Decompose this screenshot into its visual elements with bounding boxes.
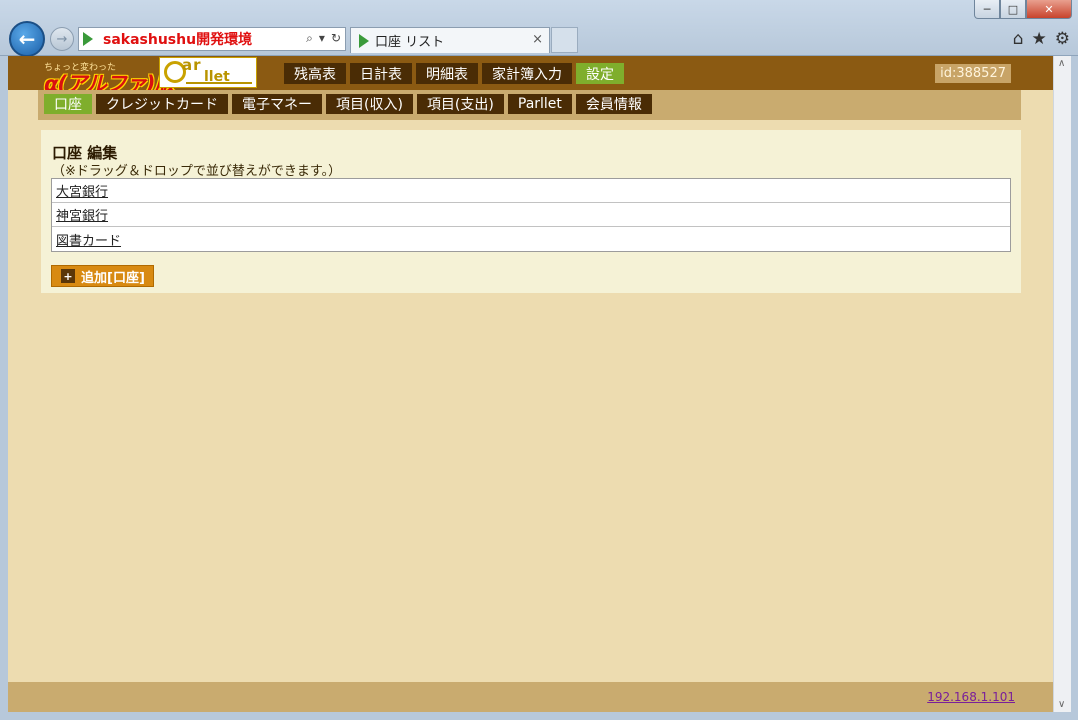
search-icon[interactable]: ⌕ bbox=[306, 31, 313, 46]
top-bar: ちょっと変わった α(アルファ)版 ar llet 残高表 日計表 明細表 家計… bbox=[8, 56, 1053, 96]
nav-settings[interactable]: 設定 bbox=[576, 63, 624, 84]
subnav-e-money[interactable]: 電子マネー bbox=[232, 94, 322, 114]
drag-drop-note: （※ドラッグ＆ドロップで並び替えができます。） bbox=[52, 164, 342, 179]
browser-tab[interactable]: 口座 リスト × bbox=[350, 27, 550, 53]
footer: 192.168.1.101 bbox=[8, 682, 1053, 712]
parllet-logo-text-top: ar bbox=[182, 56, 202, 74]
list-item[interactable]: 大宮銀行 bbox=[52, 179, 1010, 203]
page-content: ちょっと変わった α(アルファ)版 ar llet 残高表 日計表 明細表 家計… bbox=[8, 56, 1053, 712]
parllet-logo-underline bbox=[186, 82, 252, 84]
maximize-button[interactable]: □ bbox=[1000, 0, 1026, 19]
scroll-down-icon[interactable]: ∨ bbox=[1058, 699, 1065, 710]
account-link[interactable]: 図書カード bbox=[56, 230, 121, 249]
address-bar[interactable]: sakashushu開発環境 ⌕ ▾ ↻ bbox=[78, 27, 346, 51]
subnav-parllet[interactable]: Parllet bbox=[507, 94, 572, 114]
window-frame-bottom bbox=[0, 712, 1078, 720]
home-icon[interactable]: ⌂ bbox=[1013, 29, 1024, 49]
window-frame-left bbox=[0, 56, 8, 720]
dropdown-icon[interactable]: ▾ bbox=[319, 31, 325, 46]
subnav-member-info[interactable]: 会員情報 bbox=[575, 94, 652, 114]
subnav-credit-card[interactable]: クレジットカード bbox=[96, 94, 228, 114]
nav-household-entry[interactable]: 家計簿入力 bbox=[482, 63, 572, 84]
gear-icon[interactable]: ⚙ bbox=[1055, 29, 1070, 49]
star-icon[interactable]: ★ bbox=[1032, 29, 1047, 49]
account-link[interactable]: 大宮銀行 bbox=[56, 181, 108, 200]
window-controls: ─ □ ✕ bbox=[974, 0, 1072, 19]
browser-toolbar-icons: ⌂ ★ ⚙ bbox=[1013, 29, 1070, 49]
account-list: 大宮銀行 神宮銀行 図書カード bbox=[51, 178, 1011, 252]
subnav-expense-items[interactable]: 項目(支出) bbox=[416, 94, 504, 114]
site-play-icon bbox=[83, 32, 93, 46]
add-account-label: 追加[口座] bbox=[81, 270, 145, 286]
add-account-button[interactable]: + 追加[口座] bbox=[51, 265, 154, 287]
account-edit-panel: 口座 編集 （※ドラッグ＆ドロップで並び替えができます。） 大宮銀行 神宮銀行 … bbox=[41, 130, 1021, 293]
site-logo[interactable]: ちょっと変わった α(アルファ)版 bbox=[44, 58, 175, 96]
close-window-button[interactable]: ✕ bbox=[1026, 0, 1072, 19]
tab-close-button[interactable]: × bbox=[532, 32, 543, 47]
forward-arrow-icon[interactable]: → bbox=[50, 27, 74, 51]
sub-nav-bar: 口座 クレジットカード 電子マネー 項目(収入) 項目(支出) Parllet … bbox=[38, 90, 1021, 120]
main-nav: 残高表 日計表 明細表 家計簿入力 設定 bbox=[284, 63, 624, 84]
subnav-income-items[interactable]: 項目(収入) bbox=[326, 94, 413, 114]
tab-title: 口座 リスト bbox=[375, 35, 445, 50]
address-text: sakashushu開発環境 bbox=[103, 32, 253, 48]
subnav-accounts[interactable]: 口座 bbox=[44, 94, 92, 114]
scroll-up-icon[interactable]: ∧ bbox=[1058, 58, 1065, 69]
window-frame-right bbox=[1071, 56, 1078, 720]
list-item[interactable]: 神宮銀行 bbox=[52, 203, 1010, 227]
browser-chrome: ─ □ ✕ ← → sakashushu開発環境 ⌕ ▾ ↻ 口座 リスト × … bbox=[0, 0, 1078, 57]
nav-daily[interactable]: 日計表 bbox=[350, 63, 412, 84]
new-tab-button[interactable] bbox=[551, 27, 578, 53]
nav-details[interactable]: 明細表 bbox=[416, 63, 478, 84]
tab-favicon-icon bbox=[359, 33, 369, 48]
minimize-button[interactable]: ─ bbox=[974, 0, 1000, 19]
plus-icon: + bbox=[61, 269, 75, 283]
footer-ip-link[interactable]: 192.168.1.101 bbox=[927, 690, 1015, 704]
sub-nav: 口座 クレジットカード 電子マネー 項目(収入) 項目(支出) Parllet … bbox=[44, 94, 652, 114]
nav-balance[interactable]: 残高表 bbox=[284, 63, 346, 84]
address-tools: ⌕ ▾ ↻ bbox=[306, 31, 341, 46]
list-item[interactable]: 図書カード bbox=[52, 227, 1010, 251]
account-link[interactable]: 神宮銀行 bbox=[56, 205, 108, 224]
vertical-scrollbar[interactable]: ∧ ∨ bbox=[1053, 56, 1071, 712]
parllet-logo[interactable]: ar llet bbox=[159, 56, 257, 88]
user-id-badge: id:388527 bbox=[935, 64, 1011, 83]
refresh-icon[interactable]: ↻ bbox=[331, 31, 341, 46]
back-arrow-icon[interactable]: ← bbox=[9, 21, 45, 57]
